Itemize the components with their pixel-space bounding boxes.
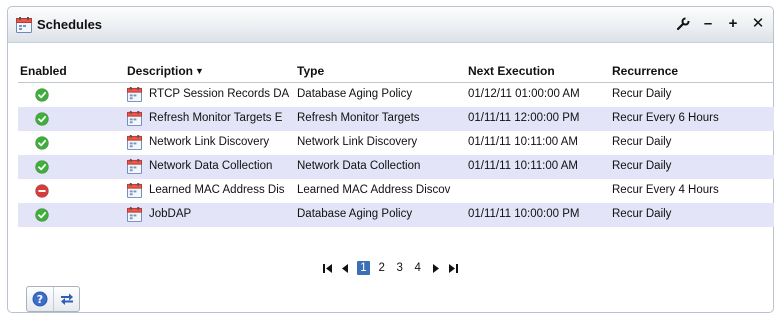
cell-type: Network Data Collection	[297, 160, 421, 172]
first-page-icon[interactable]	[321, 261, 333, 275]
column-header-next-execution[interactable]: Next Execution	[468, 64, 555, 78]
cell-description: Network Data Collection	[149, 160, 273, 172]
table-row[interactable]: Network Link Discovery Network Link Disco…	[18, 131, 774, 155]
refresh-arrows-icon	[60, 293, 73, 305]
calendar-icon	[16, 17, 32, 33]
portlet-title: Schedules	[37, 17, 103, 32]
last-page-icon[interactable]	[448, 261, 460, 275]
schedules-portlet: Schedules – + ✕ Enabled Description ▼ Typ…	[7, 6, 774, 313]
table-row[interactable]: JobDAP Database Aging Policy 01/11/11 10:0…	[18, 203, 774, 227]
table-row[interactable]: Learned MAC Address Dis Learned MAC Addre…	[18, 179, 774, 203]
cell-next-execution: 01/11/11 10:11:00 AM	[468, 160, 578, 172]
cell-type: Database Aging Policy	[297, 88, 413, 100]
calendar-icon	[127, 207, 142, 222]
pagination: 1 2 3 4	[8, 259, 773, 277]
calendar-icon	[127, 159, 142, 174]
close-icon[interactable]: ✕	[751, 16, 765, 32]
next-page-icon[interactable]	[430, 261, 442, 275]
footer-button-group: ?	[26, 286, 80, 312]
calendar-icon	[127, 87, 142, 102]
cell-type: Refresh Monitor Targets	[297, 112, 420, 124]
cell-description: Network Link Discovery	[149, 136, 270, 148]
table-row[interactable]: Refresh Monitor Targets E Refresh Monitor…	[18, 107, 774, 131]
column-header-description-label: Description	[127, 64, 194, 78]
column-header-enabled[interactable]: Enabled	[20, 64, 67, 78]
portlet-tools: – + ✕	[676, 16, 765, 32]
cell-recurrence: Recur Every 4 Hours	[612, 184, 719, 196]
cell-description: RTCP Session Records DA	[149, 88, 290, 100]
cell-type: Learned MAC Address Discov	[297, 184, 451, 196]
help-button[interactable]: ?	[27, 287, 53, 311]
minimize-icon[interactable]: –	[701, 16, 715, 32]
page-number-3[interactable]: 3	[394, 261, 406, 275]
enabled-check-icon	[35, 112, 49, 126]
sort-desc-icon: ▼	[195, 66, 204, 76]
table-row[interactable]: RTCP Session Records DA Database Aging Po…	[18, 83, 774, 107]
cell-next-execution: 01/12/11 01:00:00 AM	[468, 88, 580, 100]
cell-type: Network Link Discovery	[297, 136, 418, 148]
calendar-icon	[127, 111, 142, 126]
cell-description: Refresh Monitor Targets E	[149, 112, 283, 124]
page-number-4[interactable]: 4	[412, 261, 424, 275]
disabled-icon	[35, 184, 49, 198]
cell-recurrence: Recur Daily	[612, 136, 672, 148]
page-number-1[interactable]: 1	[357, 261, 370, 275]
cell-type: Database Aging Policy	[297, 208, 413, 220]
enabled-check-icon	[35, 160, 49, 174]
cell-description: JobDAP	[149, 208, 192, 220]
cell-description: Learned MAC Address Dis	[149, 184, 285, 196]
column-header-description[interactable]: Description ▼	[127, 64, 204, 78]
cell-recurrence: Recur Every 6 Hours	[612, 112, 719, 124]
wrench-icon[interactable]	[676, 16, 690, 32]
calendar-icon	[127, 183, 142, 198]
portlet-titlebar: Schedules – + ✕	[8, 7, 773, 43]
refresh-button[interactable]	[53, 287, 79, 311]
table-header: Enabled Description ▼ Type Next Execution…	[18, 59, 774, 83]
enabled-check-icon	[35, 88, 49, 102]
previous-page-icon[interactable]	[339, 261, 351, 275]
cell-recurrence: Recur Daily	[612, 160, 672, 172]
help-icon: ?	[32, 291, 48, 307]
maximize-icon[interactable]: +	[726, 16, 740, 32]
enabled-check-icon	[35, 136, 49, 150]
cell-next-execution: 01/11/11 12:00:00 PM	[468, 112, 580, 124]
table-body: RTCP Session Records DA Database Aging Po…	[18, 83, 774, 227]
schedules-table: Enabled Description ▼ Type Next Execution…	[18, 59, 774, 227]
cell-next-execution: 01/11/11 10:11:00 AM	[468, 136, 578, 148]
cell-recurrence: Recur Daily	[612, 208, 672, 220]
calendar-icon	[127, 135, 142, 150]
column-header-type[interactable]: Type	[297, 64, 324, 78]
cell-recurrence: Recur Daily	[612, 88, 672, 100]
svg-text:?: ?	[37, 293, 43, 306]
column-header-recurrence[interactable]: Recurrence	[612, 64, 678, 78]
table-row[interactable]: Network Data Collection Network Data Coll…	[18, 155, 774, 179]
enabled-check-icon	[35, 208, 49, 222]
page-number-2[interactable]: 2	[376, 261, 388, 275]
cell-next-execution: 01/11/11 10:00:00 PM	[468, 208, 580, 220]
